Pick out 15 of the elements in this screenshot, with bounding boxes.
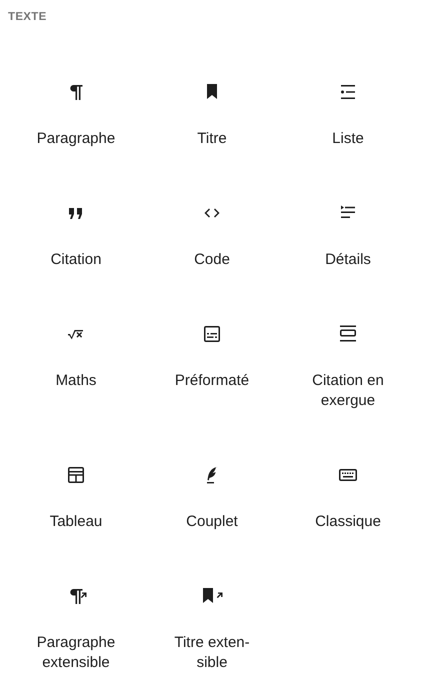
block-button[interactable]: Tableau <box>8 451 144 544</box>
block-button[interactable]: Citation <box>8 189 144 282</box>
block-button[interactable]: Détails <box>280 189 416 282</box>
section-heading: TEXTE <box>8 10 48 24</box>
block-button[interactable]: Citation en exergue <box>280 310 416 423</box>
block-button[interactable]: Code <box>144 189 280 282</box>
block-button[interactable]: Couplet <box>144 451 280 544</box>
block-button[interactable]: Classique <box>280 451 416 544</box>
block-button[interactable]: Paragraphe extensible <box>8 572 144 685</box>
block-button[interactable]: Liste <box>280 68 416 161</box>
block-button[interactable]: Titre <box>144 68 280 161</box>
block-button[interactable]: Préformaté <box>144 310 280 423</box>
block-button[interactable]: Titre exten-sible <box>144 572 280 685</box>
block-button[interactable]: Paragraphe <box>8 68 144 161</box>
block-button[interactable]: Maths <box>8 310 144 423</box>
